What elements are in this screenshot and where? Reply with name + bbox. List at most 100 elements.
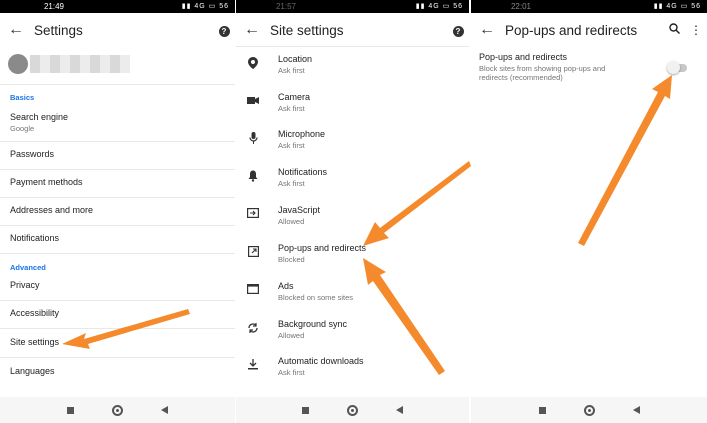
- site-setting-title: JavaScript: [278, 205, 321, 215]
- site-setting-camera[interactable]: Camera Ask first: [236, 91, 469, 121]
- search-icon[interactable]: [663, 23, 685, 37]
- location-pin-icon: [246, 57, 260, 71]
- avatar[interactable]: [8, 54, 28, 74]
- site-setting-status: Ask first: [278, 66, 305, 75]
- site-setting-status: Allowed: [278, 217, 305, 226]
- settings-item-search-engine[interactable]: Search engine Google: [0, 110, 235, 140]
- settings-item-value: Google: [10, 124, 35, 133]
- download-icon: [246, 359, 260, 373]
- settings-item-payment-methods[interactable]: Payment methods: [0, 177, 235, 197]
- site-setting-popups[interactable]: Pop-ups and redirects Blocked: [236, 242, 469, 272]
- divider: [0, 328, 235, 329]
- settings-item-label: Privacy: [10, 280, 40, 290]
- site-setting-background-sync[interactable]: Background sync Allowed: [236, 318, 469, 348]
- settings-screen: 21:49 ▮▮ 4G ▭ 56 ← Settings ? Basics Sea…: [0, 0, 235, 423]
- home-icon[interactable]: [347, 404, 358, 416]
- microphone-icon: [246, 132, 260, 146]
- divider: [0, 197, 235, 198]
- settings-item-label: Notifications: [10, 233, 60, 243]
- home-icon[interactable]: [112, 404, 123, 416]
- status-indicators: ▮▮ 4G ▭ 56: [181, 3, 229, 10]
- recents-icon[interactable]: [538, 406, 546, 414]
- divider: [0, 300, 235, 301]
- settings-item-accessibility[interactable]: Accessibility: [0, 308, 235, 328]
- setting-description-line1: Block sites from showing pop-ups and: [479, 64, 606, 73]
- site-setting-title: Microphone: [278, 129, 326, 139]
- help-button[interactable]: ?: [447, 23, 469, 37]
- divider: [0, 253, 235, 254]
- site-setting-status: Ask first: [278, 179, 305, 188]
- status-time: 21:57: [275, 2, 297, 11]
- status-indicators: ▮▮ 4G ▭ 56: [653, 3, 701, 10]
- more-options-icon[interactable]: ⋮: [685, 23, 707, 37]
- setting-description-line2: redirects (recommended): [479, 73, 563, 82]
- recents-icon[interactable]: [302, 406, 309, 414]
- site-setting-title: Location: [278, 54, 313, 64]
- section-header-advanced: Advanced: [10, 263, 46, 272]
- site-setting-title: Camera: [278, 92, 311, 102]
- divider: [0, 357, 235, 358]
- back-arrow-icon[interactable]: ←: [236, 21, 268, 39]
- settings-item-label: Languages: [10, 366, 55, 376]
- site-setting-location[interactable]: Location Ask first: [236, 53, 469, 83]
- settings-item-label: Payment methods: [10, 177, 83, 187]
- status-bar: 21:57 ▮▮ 4G ▭ 56: [236, 0, 469, 13]
- help-icon: ?: [452, 26, 464, 37]
- back-nav-icon[interactable]: [396, 406, 403, 414]
- popup-icon: [246, 246, 260, 260]
- help-icon: ?: [218, 26, 230, 37]
- settings-item-languages[interactable]: Languages: [0, 366, 235, 386]
- site-setting-title: Notifications: [278, 167, 328, 177]
- site-setting-javascript[interactable]: JavaScript Allowed: [236, 204, 469, 234]
- section-header-basics: Basics: [10, 93, 35, 102]
- android-nav-bar: [0, 397, 235, 423]
- android-nav-bar: [471, 397, 707, 423]
- site-setting-microphone[interactable]: Microphone Ask first: [236, 128, 469, 158]
- popups-toggle-switch[interactable]: [667, 61, 680, 74]
- site-setting-title: Pop-ups and redirects: [278, 243, 367, 253]
- app-bar: ← Pop-ups and redirects ⋮: [471, 13, 707, 47]
- back-arrow-icon[interactable]: ←: [0, 21, 32, 39]
- sync-icon: [246, 322, 260, 336]
- settings-item-label: Site settings: [10, 337, 60, 347]
- settings-item-notifications[interactable]: Notifications: [0, 233, 235, 253]
- recents-icon[interactable]: [67, 406, 74, 414]
- back-nav-icon[interactable]: [161, 406, 168, 414]
- screenshot-stage: 21:49 ▮▮ 4G ▭ 56 ← Settings ? Basics Sea…: [0, 0, 707, 423]
- settings-item-privacy[interactable]: Privacy: [0, 280, 235, 300]
- site-setting-status: Ask first: [278, 368, 305, 377]
- status-bar: 22:01 ▮▮ 4G ▭ 56: [471, 0, 707, 13]
- site-setting-ads[interactable]: Ads Blocked on some sites: [236, 280, 469, 310]
- status-time: 21:49: [43, 2, 65, 11]
- home-icon[interactable]: [583, 404, 595, 416]
- page-title: Settings: [34, 22, 83, 38]
- divider: [0, 84, 235, 85]
- back-nav-icon[interactable]: [632, 406, 640, 414]
- settings-item-passwords[interactable]: Passwords: [0, 149, 235, 169]
- settings-item-label: Passwords: [10, 149, 55, 159]
- settings-item-title: Search engine: [10, 112, 69, 122]
- settings-item-addresses[interactable]: Addresses and more: [0, 205, 235, 225]
- site-setting-status: Blocked: [278, 255, 305, 264]
- android-nav-bar: [236, 397, 469, 423]
- site-setting-automatic-downloads[interactable]: Automatic downloads Ask first: [236, 355, 469, 385]
- site-setting-title: Automatic downloads: [278, 356, 364, 366]
- app-bar: ← Site settings ?: [236, 13, 469, 47]
- setting-title: Pop-ups and redirects: [479, 52, 568, 62]
- divider: [236, 46, 469, 47]
- help-button[interactable]: ?: [213, 23, 235, 37]
- settings-item-label: Accessibility: [10, 308, 60, 318]
- app-bar: ← Settings ?: [0, 13, 235, 47]
- back-arrow-icon[interactable]: ←: [471, 21, 503, 39]
- site-setting-status: Ask first: [278, 104, 305, 113]
- status-bar: 21:49 ▮▮ 4G ▭ 56: [0, 0, 235, 13]
- settings-item-site-settings[interactable]: Site settings: [0, 337, 235, 357]
- ads-icon: [246, 284, 260, 298]
- status-time: 22:01: [510, 2, 532, 11]
- site-setting-notifications[interactable]: Notifications Ask first: [236, 166, 469, 196]
- site-setting-status: Ask first: [278, 141, 305, 150]
- page-title: Pop-ups and redirects: [505, 22, 638, 38]
- site-setting-status: Allowed: [278, 331, 305, 340]
- divider: [0, 169, 235, 170]
- page-title: Site settings: [270, 22, 344, 38]
